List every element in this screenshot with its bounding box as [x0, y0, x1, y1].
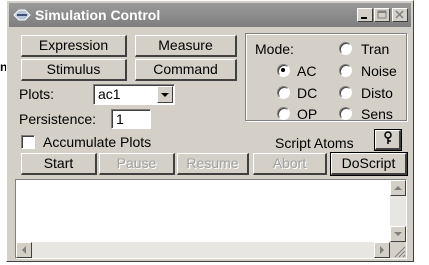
start-button[interactable]: Start [21, 153, 97, 175]
mode-radio-sens[interactable] [339, 107, 352, 120]
persistence-label: Persistence: [19, 111, 97, 127]
doscript-button[interactable]: DoScript [330, 152, 408, 176]
stimulus-button[interactable]: Stimulus [21, 59, 127, 81]
plots-label: Plots: [19, 86, 55, 102]
chevron-up-icon [394, 186, 402, 190]
title-bar[interactable]: Simulation Control [9, 3, 411, 27]
maximize-icon [377, 10, 387, 19]
resume-button[interactable]: Resume [177, 153, 249, 175]
persistence-input[interactable]: 1 [111, 109, 151, 129]
scroll-left-button[interactable] [16, 242, 32, 258]
mode-label-dc: DC [297, 85, 318, 101]
mode-radio-disto[interactable] [339, 86, 352, 99]
minimize-icon [361, 17, 367, 19]
script-atoms-label: Script Atoms [275, 135, 354, 151]
chevron-right-icon [380, 246, 384, 254]
mode-radio-dc[interactable] [277, 86, 290, 99]
plots-select[interactable]: ac1 [93, 84, 175, 105]
mode-label-disto: Disto [361, 85, 393, 101]
pause-button[interactable]: Pause [99, 153, 175, 175]
mode-label-op: OP [297, 106, 318, 122]
plots-value: ac1 [98, 86, 121, 102]
mode-label-sens: Sens [361, 106, 393, 122]
maximize-button[interactable] [374, 8, 390, 22]
mode-label-ac: AC [297, 63, 317, 79]
window-title: Simulation Control [35, 7, 161, 23]
scroll-down-button[interactable] [390, 226, 406, 242]
mode-label-tran: Tran [361, 41, 390, 57]
key-icon [383, 131, 392, 144]
command-button[interactable]: Command [135, 59, 237, 81]
mode-label: Mode: [255, 41, 294, 57]
chevron-left-icon [22, 246, 26, 254]
app-icon [13, 9, 31, 21]
mode-radio-op[interactable] [277, 107, 290, 120]
accumulate-plots-checkbox[interactable] [21, 135, 35, 149]
mode-radio-tran[interactable] [339, 42, 352, 55]
resize-grip-icon [394, 246, 406, 258]
horizontal-scrollbar[interactable] [16, 242, 390, 258]
close-icon [395, 10, 404, 19]
plots-dropdown-button[interactable] [157, 86, 173, 103]
script-atoms-button[interactable] [374, 129, 402, 151]
accumulate-plots-label: Accumulate Plots [43, 134, 152, 150]
measure-button[interactable]: Measure [135, 35, 237, 57]
simulation-control-window: Simulation Control Expression Measure St… [6, 0, 414, 262]
chevron-down-icon [161, 93, 169, 97]
mode-label-noise: Noise [361, 63, 397, 79]
mode-radio-noise[interactable] [339, 64, 352, 77]
resize-grip[interactable] [390, 242, 406, 258]
minimize-button[interactable] [357, 8, 373, 22]
vertical-scrollbar[interactable] [390, 180, 406, 242]
abort-button[interactable]: Abort [253, 153, 327, 175]
scroll-up-button[interactable] [390, 180, 406, 196]
close-button[interactable] [392, 8, 408, 22]
expression-button[interactable]: Expression [21, 35, 127, 57]
mode-radio-ac[interactable] [277, 64, 290, 77]
output-textarea[interactable] [15, 179, 407, 259]
chevron-down-icon [394, 232, 402, 236]
scroll-right-button[interactable] [374, 242, 390, 258]
